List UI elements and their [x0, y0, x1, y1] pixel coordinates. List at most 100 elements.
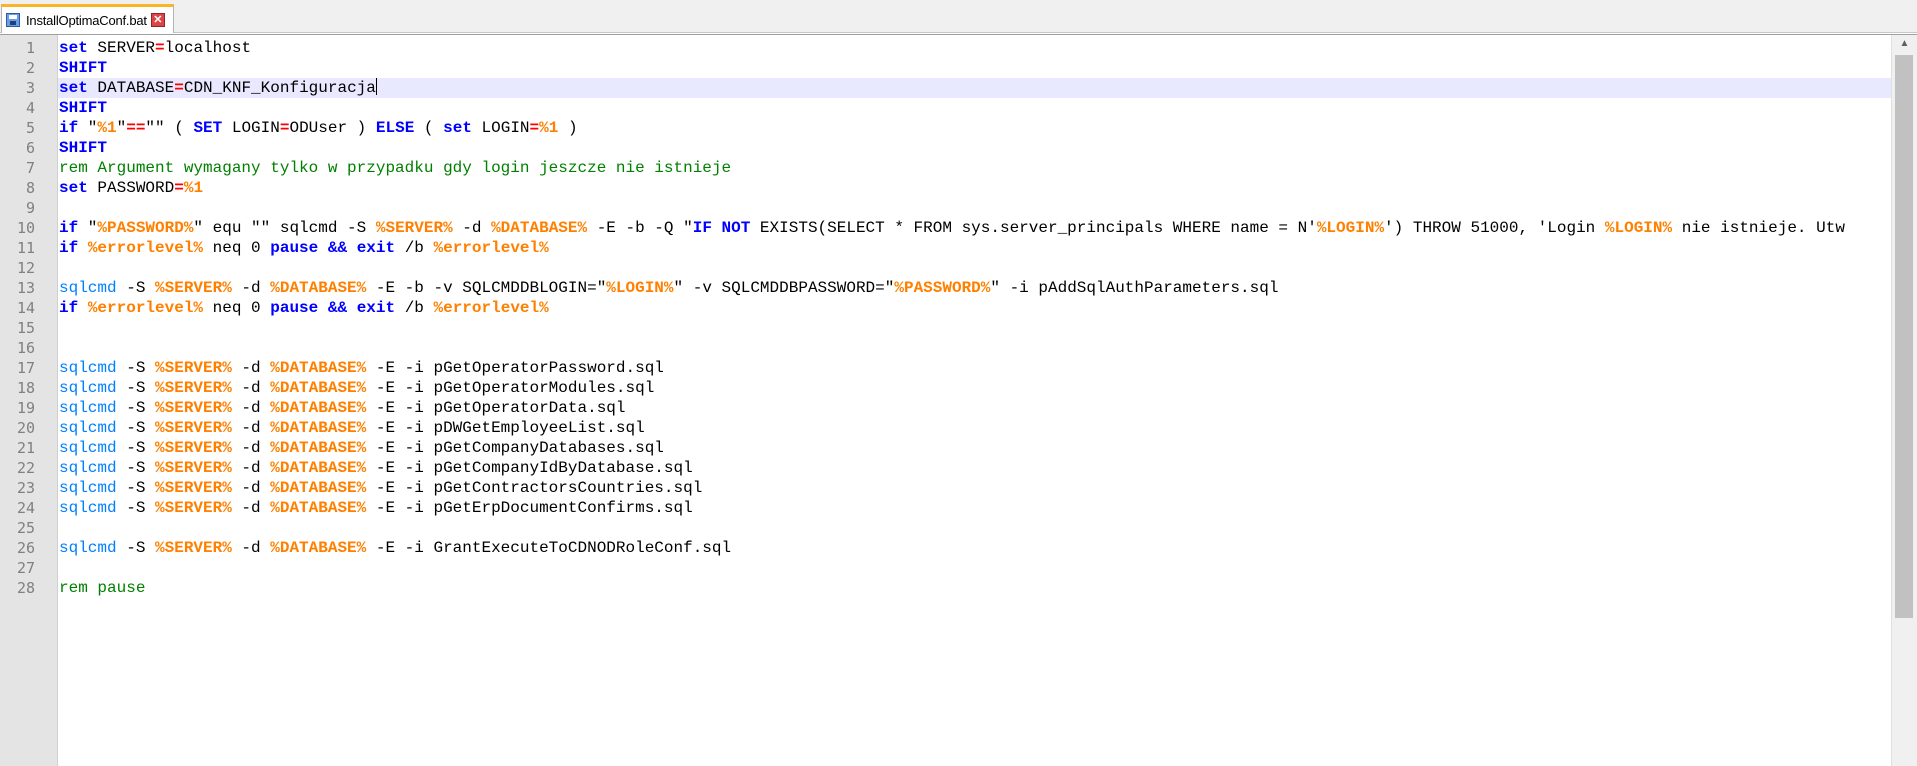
code-token: %errorlevel%: [433, 299, 549, 317]
code-token: %SERVER%: [155, 439, 232, 457]
code-token: sqlcmd: [59, 379, 117, 397]
code-token: %DATABASE%: [270, 499, 367, 517]
code-token: %DATABASE%: [270, 439, 367, 457]
code-token: =: [174, 79, 184, 97]
code-line[interactable]: sqlcmd -S %SERVER% -d %DATABASE% -E -b -…: [59, 278, 1278, 298]
code-token: sqlcmd: [59, 399, 117, 417]
code-token: %errorlevel%: [433, 239, 549, 257]
code-token: -E -i GrantExecuteToCDNODRoleConf.sql: [366, 539, 732, 557]
line-number: 10: [16, 219, 35, 237]
code-token: %errorlevel%: [87, 239, 204, 257]
code-line[interactable]: sqlcmd -S %SERVER% -d %DATABASE% -E -i p…: [59, 398, 626, 418]
code-token: -d: [231, 459, 271, 477]
file-tab-label: InstallOptimaConf.bat: [26, 12, 147, 28]
code-token: if: [59, 239, 79, 257]
code-line[interactable]: SHIFT: [59, 98, 107, 118]
code-token: (: [414, 119, 444, 137]
code-line[interactable]: if %errorlevel% neq 0 pause && exit /b %…: [59, 238, 549, 258]
code-line[interactable]: if %errorlevel% neq 0 pause && exit /b %…: [59, 298, 549, 318]
code-token: rem Argument wymagany tylko w przypadku …: [59, 159, 732, 177]
code-token: %LOGIN%: [1604, 219, 1673, 237]
code-line[interactable]: sqlcmd -S %SERVER% -d %DATABASE% -E -i p…: [59, 498, 693, 518]
code-token: -E -i pGetOperatorData.sql: [366, 399, 626, 417]
line-number: 7: [25, 159, 35, 177]
code-token: -d: [231, 439, 271, 457]
code-token: SERVER: [87, 39, 156, 57]
code-token: neq 0: [203, 299, 271, 317]
code-token: set: [59, 179, 88, 197]
code-token: %SERVER%: [155, 419, 232, 437]
code-token: -E -i pGetErpDocumentConfirms.sql: [366, 499, 693, 517]
code-line[interactable]: SHIFT: [59, 138, 107, 158]
editor[interactable]: 1 set SERVER=localhost 2 SHIFT 3 set DATABASE…: [0, 34, 1917, 766]
code-token: LOGIN: [222, 119, 280, 137]
code-line[interactable]: set SERVER=localhost: [59, 38, 251, 58]
code-line[interactable]: if "%1"=="" ( SET LOGIN=ODUser ) ELSE ( …: [59, 118, 578, 138]
code-token: -d: [231, 539, 271, 557]
line-number: 24: [16, 499, 35, 517]
code-token: %errorlevel%: [87, 299, 204, 317]
code-token: -d: [231, 379, 271, 397]
code-line[interactable]: sqlcmd -S %SERVER% -d %DATABASE% -E -i p…: [59, 358, 664, 378]
code-token: if: [59, 219, 79, 237]
line-number: 8: [25, 179, 35, 197]
scroll-up-icon[interactable]: ▲: [1892, 35, 1917, 53]
code-token: -d: [231, 359, 271, 377]
code-token: sqlcmd: [59, 279, 117, 297]
close-icon[interactable]: ✕: [150, 13, 165, 27]
code-token: SET: [193, 119, 223, 137]
code-token: -S: [116, 379, 156, 397]
code-token: -S: [116, 419, 156, 437]
code-token: EXISTS(SELECT * FROM sys.server_principa…: [750, 219, 1317, 237]
code-token: -S: [116, 479, 156, 497]
line-number: 20: [16, 419, 35, 437]
line-number: 1: [25, 39, 35, 57]
code-token: if: [59, 119, 79, 137]
line-number: 27: [16, 559, 35, 577]
text-caret: [375, 78, 377, 95]
code-token: -S: [116, 399, 156, 417]
code-line[interactable]: rem Argument wymagany tylko w przypadku …: [59, 158, 731, 178]
code-token: &&: [327, 299, 348, 317]
code-token: &&: [327, 239, 348, 257]
code-line[interactable]: set PASSWORD=%1: [59, 178, 203, 198]
code-line[interactable]: rem pause: [59, 578, 145, 598]
file-tab[interactable]: InstallOptimaConf.bat ✕: [1, 4, 174, 33]
code-line[interactable]: sqlcmd -S %SERVER% -d %DATABASE% -E -i p…: [59, 418, 645, 438]
line-number: 23: [16, 479, 35, 497]
code-token: -E -b -v SQLCMDDBLOGIN=": [366, 279, 607, 297]
code-line[interactable]: if "%PASSWORD%" equ "" sqlcmd -S %SERVER…: [59, 218, 1845, 238]
code-token: DATABASE: [87, 79, 175, 97]
code-line[interactable]: sqlcmd -S %SERVER% -d %DATABASE% -E -i G…: [59, 538, 731, 558]
code-token: %SERVER%: [155, 479, 232, 497]
code-token: %SERVER%: [155, 399, 232, 417]
code-token: %LOGIN%: [1316, 219, 1385, 237]
vertical-scrollbar[interactable]: ▲: [1891, 35, 1917, 766]
tab-bar: InstallOptimaConf.bat ✕: [0, 0, 1917, 33]
code-token: -S: [116, 439, 156, 457]
code-token: %1: [183, 179, 204, 197]
code-token: -E -i pGetCompanyDatabases.sql: [366, 439, 664, 457]
code-token: %DATABASE%: [270, 419, 367, 437]
code-line[interactable]: sqlcmd -S %SERVER% -d %DATABASE% -E -i p…: [59, 378, 654, 398]
code-token: " -v SQLCMDDBPASSWORD=": [673, 279, 895, 297]
line-number: 18: [16, 379, 35, 397]
code-line[interactable]: set DATABASE=CDN_KNF_Konfiguracja: [59, 78, 377, 98]
code-token: IF NOT: [692, 219, 751, 237]
line-number: 12: [16, 259, 35, 277]
line-number: 17: [16, 359, 35, 377]
code-line[interactable]: sqlcmd -S %SERVER% -d %DATABASE% -E -i p…: [59, 478, 702, 498]
code-line[interactable]: sqlcmd -S %SERVER% -d %DATABASE% -E -i p…: [59, 458, 693, 478]
scrollbar-thumb[interactable]: [1895, 55, 1913, 618]
code-token: ELSE: [375, 119, 415, 137]
code-line[interactable]: sqlcmd -S %SERVER% -d %DATABASE% -E -i p…: [59, 438, 664, 458]
code-token: -d: [452, 219, 492, 237]
code-token: set: [59, 79, 88, 97]
code-token: LOGIN: [471, 119, 530, 137]
code-token: ==: [126, 119, 146, 137]
code-token: CDN_KNF_Konfiguracja: [183, 79, 376, 97]
code-line[interactable]: SHIFT: [59, 58, 107, 78]
